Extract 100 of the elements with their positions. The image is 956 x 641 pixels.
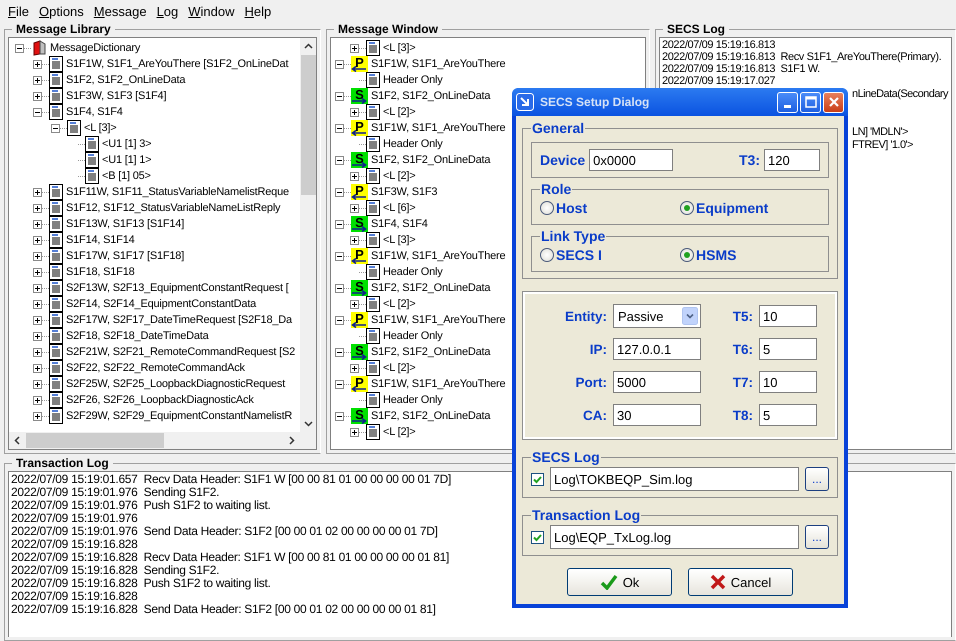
expand-toggle[interactable] [33,364,42,372]
tree-item[interactable]: S1F2, S1F2_OnLineData [371,154,490,166]
scroll-left-icon[interactable] [14,436,20,445]
expand-toggle[interactable] [350,428,359,436]
tree-item[interactable]: S2F26, S2F26_LoopbackDiagnosticAck [66,394,254,406]
menu-item[interactable]: Window [183,4,240,18]
expand-toggle[interactable] [350,204,359,212]
tree-item[interactable]: <L [3]> [84,122,116,134]
expand-toggle[interactable] [33,220,42,228]
expand-toggle[interactable] [335,412,344,420]
expand-toggle[interactable] [335,380,344,388]
tree-item[interactable]: <B [1] 05> [102,170,151,182]
tree-item[interactable]: Header Only [383,330,443,342]
menu-item[interactable]: Options [34,4,89,18]
radio-button[interactable] [540,248,554,262]
tree-item[interactable]: S1F12, S1F12_StatusVariableNameListReply [66,202,280,214]
radio-label[interactable]: Equipment [696,200,768,216]
tree-item[interactable]: S1F2, S1F2_OnLineData [371,346,490,358]
tree-item[interactable]: S2F17W, S2F17_DateTimeRequest [S2F18_Da [66,314,292,326]
expand-toggle[interactable] [335,220,344,228]
expand-toggle[interactable] [33,204,42,212]
expand-toggle[interactable] [33,348,42,356]
expand-toggle[interactable] [33,316,42,324]
tree-item[interactable]: S2F25W, S2F25_LoopbackDiagnosticRequest [66,378,286,390]
expand-toggle[interactable] [335,188,344,196]
radio-button[interactable] [540,201,554,215]
tree-item[interactable]: MessageDictionary [50,42,140,54]
scrollbar-thumb[interactable] [300,55,316,195]
tree-item[interactable]: S1F17W, S1F17 [S1F18] [66,250,184,262]
expand-toggle[interactable] [335,124,344,132]
tree-item[interactable]: S1F1W, S1F1_AreYouThere [371,250,506,262]
tree-item[interactable]: <L [3]> [383,42,416,54]
radio-label[interactable]: HSMS [696,247,736,263]
tree-item[interactable]: S1F1W, S1F1_AreYouThere [371,58,506,70]
scroll-up-icon[interactable] [304,43,312,49]
expand-toggle[interactable] [33,380,42,388]
menu-item[interactable]: Log [152,4,184,18]
text-field[interactable]: 127.0.0.1 [613,338,701,360]
close-button[interactable] [823,92,844,112]
tree-item[interactable]: <L [6]> [383,202,416,214]
browse-button[interactable]: ... [805,525,829,549]
expand-toggle[interactable] [350,364,359,372]
expand-toggle[interactable] [335,60,344,68]
tree-item[interactable]: S1F1W, S1F1_AreYouThere [S1F2_OnLineDat [66,58,288,70]
browse-button[interactable]: ... [805,467,829,491]
tree-item[interactable]: S1F14, S1F14 [66,234,135,246]
expand-toggle[interactable] [350,44,359,52]
tree-item[interactable]: S2F13W, S2F13_EquipmentConstantRequest [ [66,282,289,294]
expand-toggle[interactable] [335,284,344,292]
t3-field[interactable]: 120 [764,149,820,171]
tree-item[interactable]: S1F1W, S1F1_AreYouThere [371,314,506,326]
expand-toggle[interactable] [335,156,344,164]
tree-item[interactable]: <L [3]> [383,234,416,246]
tree-item[interactable]: Header Only [383,138,443,150]
tree-item[interactable]: S1F2, S1F2_OnLineData [371,90,490,102]
tree-item[interactable]: Header Only [383,266,443,278]
tree-item[interactable]: Header Only [383,74,443,86]
expand-toggle[interactable] [33,76,42,84]
expand-toggle[interactable] [350,172,359,180]
radio-label[interactable]: SECS I [556,247,602,263]
expand-toggle[interactable] [33,108,42,116]
expand-toggle[interactable] [335,92,344,100]
expand-toggle[interactable] [33,188,42,196]
tree-item[interactable]: <L [2]> [383,362,416,374]
tree-item[interactable]: <L [2]> [383,170,416,182]
menu-item[interactable]: File [3,4,34,18]
maximize-button[interactable] [800,92,821,112]
tree-item[interactable]: S1F4, S1F4 [371,218,428,230]
tree-item[interactable]: S2F21W, S2F21_RemoteCommandRequest [S2 [66,346,296,358]
scroll-right-icon[interactable] [289,436,295,445]
tree-item[interactable]: <L [2]> [383,106,416,118]
vertical-scrollbar[interactable] [300,38,316,432]
tree-item[interactable]: S2F14, S2F14_EquipmentConstantData [66,298,256,310]
expand-toggle[interactable] [51,124,60,132]
radio-button[interactable] [680,201,694,215]
expand-toggle[interactable] [33,412,42,420]
tree-item[interactable]: S2F18, S2F18_DateTimeData [66,330,209,342]
tree-item[interactable]: S1F18, S1F18 [66,266,135,278]
expand-toggle[interactable] [350,108,359,116]
tree-item[interactable]: Header Only [383,394,443,406]
tree-item[interactable]: <U1 [1] 1> [102,154,152,166]
expand-toggle[interactable] [33,268,42,276]
tree-item[interactable]: S1F3W, S1F3 [S1F4] [66,90,166,102]
scrollbar-thumb[interactable] [26,433,164,448]
menu-item[interactable]: Message [88,4,152,18]
timer-field[interactable]: 10 [759,305,817,327]
expand-toggle[interactable] [33,284,42,292]
expand-toggle[interactable] [33,300,42,308]
expand-toggle[interactable] [33,252,42,260]
device-field[interactable]: 0x0000 [589,149,674,171]
text-field[interactable]: 30 [613,404,701,426]
tree-item[interactable]: <U1 [1] 3> [102,138,152,150]
checkbox[interactable] [531,472,544,486]
timer-field[interactable]: 10 [759,371,817,393]
ok-button[interactable]: Ok [567,568,672,596]
file-path-field[interactable]: Log\EQP_TxLog.log [550,525,799,549]
tree-item[interactable]: S1F2, S1F2_OnLineData [66,74,186,86]
radio-button[interactable] [680,248,694,262]
expand-toggle[interactable] [335,252,344,260]
cancel-button[interactable]: Cancel [688,568,793,596]
